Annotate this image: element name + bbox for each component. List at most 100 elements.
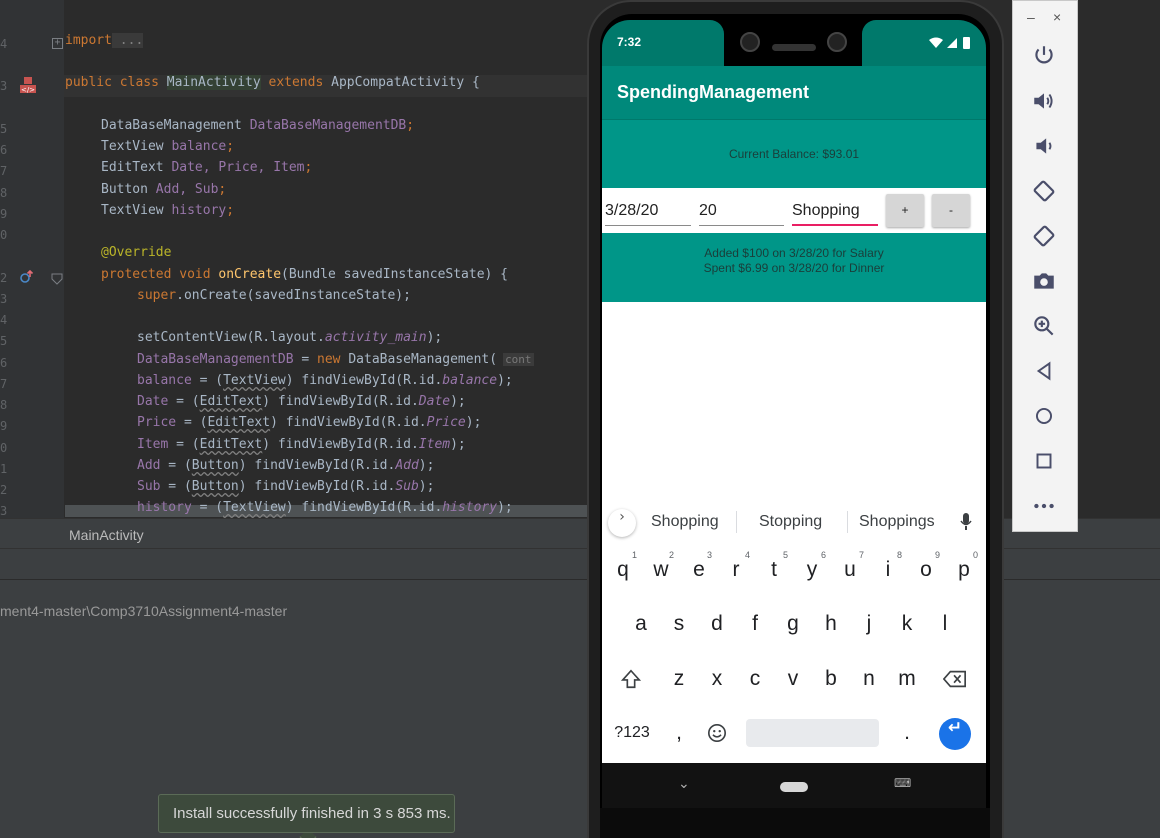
fold-arrow-icon[interactable] (51, 270, 63, 285)
minimize-button[interactable]: – (1027, 9, 1035, 25)
earpiece-speaker (772, 44, 816, 51)
microphone-icon[interactable] (959, 512, 973, 532)
symbols-key[interactable]: ?123 (608, 713, 656, 753)
suggestion-item[interactable]: Shoppings (859, 513, 935, 531)
key-n[interactable]: n (852, 659, 886, 699)
toast-message: Install successfully finished in 3 s 853… (173, 805, 451, 822)
key-a[interactable]: a (624, 604, 658, 644)
suggestion-item[interactable]: Shopping (651, 513, 719, 531)
add-button[interactable]: + (886, 194, 924, 227)
zoom-icon[interactable] (1029, 311, 1059, 341)
code-line: EditText Date, Price, Item; (101, 160, 313, 175)
home-icon[interactable] (1029, 401, 1059, 431)
key-m[interactable]: m (890, 659, 924, 699)
override-marker-icon[interactable] (18, 268, 36, 286)
chevron-down-icon[interactable]: ⌄ (678, 776, 690, 792)
key-hint: 6 (821, 550, 827, 560)
code-line: balance = (TextView) findViewById(R.id.b… (137, 373, 513, 388)
key-f[interactable]: f (738, 604, 772, 644)
shift-icon[interactable] (614, 659, 648, 699)
line-number: 3 (0, 504, 8, 518)
battery-icon (963, 37, 970, 49)
soft-keyboard: › Shopping Stopping Shoppings q w e r t … (602, 505, 986, 763)
volume-up-icon[interactable] (1029, 86, 1059, 116)
front-camera-icon (740, 32, 760, 52)
wifi-icon (929, 37, 943, 48)
line-number: 9 (0, 419, 8, 433)
rotate-right-icon[interactable] (1029, 221, 1059, 251)
keyboard-switch-icon[interactable]: ⌨ (894, 776, 911, 790)
power-icon[interactable] (1029, 41, 1059, 71)
balance-text: Current Balance: $93.01 (728, 147, 860, 161)
key-g[interactable]: g (776, 604, 810, 644)
key-hint: 1 (632, 550, 638, 560)
line-number: 0 (0, 228, 8, 242)
key-hint: 4 (745, 550, 751, 560)
more-icon[interactable] (1029, 491, 1059, 521)
line-number: 2 (0, 271, 8, 285)
enter-icon[interactable]: ↵ (939, 718, 971, 750)
comma-key[interactable]: , (662, 713, 696, 753)
fold-toggle-icon[interactable]: + (52, 38, 63, 49)
code-line: TextView balance; (101, 139, 235, 154)
item-input[interactable]: Shopping (792, 202, 878, 226)
date-input[interactable]: 3/28/20 (605, 202, 691, 226)
emoji-icon[interactable] (700, 713, 734, 753)
project-path: ment4-master\Comp3710Assignment4-master (0, 603, 288, 619)
line-number: 7 (0, 164, 8, 178)
line-number: 2 (0, 483, 8, 497)
overview-icon[interactable] (1029, 446, 1059, 476)
key-s[interactable]: s (662, 604, 696, 644)
key-c[interactable]: c (738, 659, 772, 699)
key-z[interactable]: z (662, 659, 696, 699)
space-bar[interactable] (746, 719, 879, 747)
code-line: protected void onCreate(Bundle savedInst… (101, 267, 509, 282)
entry-form: 3/28/20 20 Shopping + - (602, 188, 986, 233)
history-panel: Added $100 on 3/28/20 for Salary Spent $… (602, 233, 986, 302)
key-l[interactable]: l (928, 604, 962, 644)
price-input[interactable]: 20 (699, 202, 784, 226)
code-line: public class MainActivity extends AppCom… (65, 75, 480, 90)
rotate-left-icon[interactable] (1029, 176, 1059, 206)
line-number: 4 (0, 37, 8, 51)
status-icons (928, 35, 974, 49)
key-v[interactable]: v (776, 659, 810, 699)
key-hint: 8 (897, 550, 903, 560)
key-h[interactable]: h (814, 604, 848, 644)
code-line: Item = (EditText) findViewById(R.id.Item… (137, 437, 466, 452)
code-line: Date = (EditText) findViewById(R.id.Date… (137, 394, 466, 409)
key-x[interactable]: x (700, 659, 734, 699)
back-icon[interactable] (1029, 356, 1059, 386)
sub-button[interactable]: - (932, 194, 970, 227)
key-k[interactable]: k (890, 604, 924, 644)
line-number: 5 (0, 334, 8, 348)
suggestion-item[interactable]: Stopping (759, 513, 822, 531)
signal-icon (947, 38, 957, 48)
code-line: Sub = (Button) findViewById(R.id.Sub); (137, 479, 435, 494)
install-toast: Install successfully finished in 3 s 853… (158, 794, 455, 833)
key-b[interactable]: b (814, 659, 848, 699)
app-bar: SpendingManagement (602, 66, 986, 119)
balance-panel: Current Balance: $93.01 (602, 119, 986, 188)
svg-text:</>: </> (21, 86, 35, 94)
backspace-icon[interactable] (938, 659, 972, 699)
camera-icon[interactable] (1029, 266, 1059, 296)
key-hint: 0 (973, 550, 979, 560)
line-number: 8 (0, 398, 8, 412)
navigation-bar: ⌄ ⌨ (602, 763, 986, 808)
close-button[interactable]: × (1053, 9, 1061, 25)
key-d[interactable]: d (700, 604, 734, 644)
breadcrumb-mainactivity[interactable]: MainActivity (69, 527, 144, 543)
home-pill[interactable] (780, 782, 808, 792)
line-number: 6 (0, 356, 8, 370)
period-key[interactable]: . (890, 713, 924, 753)
class-marker-icon[interactable]: </> (19, 76, 37, 94)
line-number: 7 (0, 377, 8, 391)
phone-chin (600, 808, 990, 838)
line-number: 6 (0, 143, 8, 157)
key-j[interactable]: j (852, 604, 886, 644)
code-line: Add = (Button) findViewById(R.id.Add); (137, 458, 435, 473)
chevron-right-icon[interactable]: › (608, 509, 636, 537)
line-number: 4 (0, 313, 8, 327)
volume-down-icon[interactable] (1029, 131, 1059, 161)
